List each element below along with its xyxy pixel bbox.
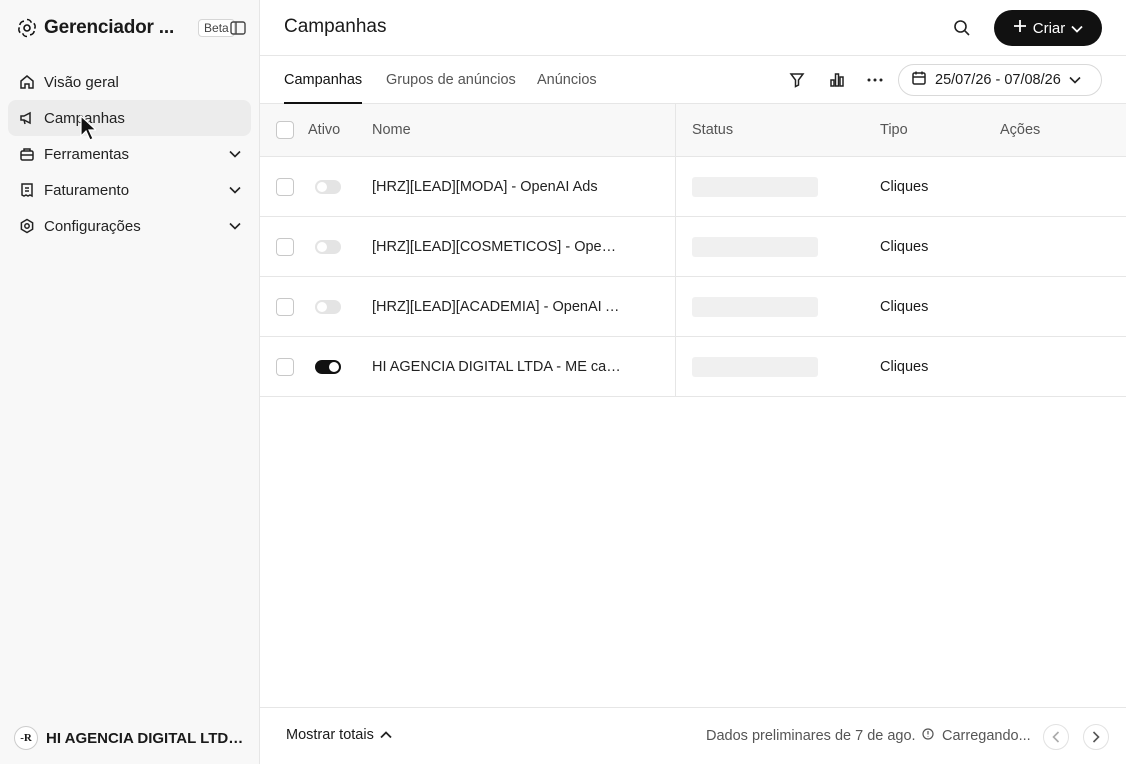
- tab-grupos-de-anuncios[interactable]: Grupos de anúncios: [386, 56, 516, 104]
- preliminary-data-label: Dados preliminares de 7 de ago.: [706, 728, 916, 744]
- campaign-type: Cliques: [880, 358, 929, 375]
- preliminary-data-note: Dados preliminares de 7 de ago.: [706, 728, 934, 744]
- openai-logo-icon: [16, 17, 38, 39]
- next-page-icon[interactable]: [1083, 724, 1109, 750]
- more-options-icon[interactable]: [863, 68, 887, 92]
- sidebar-item-ferramentas[interactable]: Ferramentas: [8, 136, 251, 172]
- sidebar-item-visao-geral[interactable]: Visão geral: [8, 64, 251, 100]
- show-totals-label: Mostrar totais: [286, 727, 374, 743]
- brand-title: Gerenciador ...: [44, 17, 175, 38]
- chevron-down-icon: [1069, 72, 1081, 88]
- row-checkbox[interactable]: [276, 297, 294, 316]
- campaign-type: Cliques: [880, 238, 929, 255]
- account-switcher[interactable]: -R HI AGENCIA DIGITAL LTDA - ...: [14, 726, 250, 750]
- table-row[interactable]: [HRZ][LEAD][MODA] - OpenAI Ads Cliques: [260, 157, 1126, 217]
- campaign-type: Cliques: [880, 298, 929, 315]
- row-checkbox[interactable]: [276, 177, 294, 196]
- status-loading-skeleton: [692, 356, 818, 377]
- sidebar-item-campanhas[interactable]: Campanhas: [8, 100, 251, 136]
- campaign-name[interactable]: [HRZ][LEAD][ACADEMIA] - OpenAI Ads: [372, 299, 624, 315]
- sidebar-item-label: Faturamento: [44, 181, 130, 199]
- column-header-tipo[interactable]: Tipo: [880, 104, 908, 156]
- loading-status: Carregando...: [942, 728, 1031, 744]
- sidebar-item-configuracoes[interactable]: Configurações: [8, 208, 251, 244]
- create-button-label: Criar: [1032, 19, 1066, 37]
- campaign-name[interactable]: [HRZ][LEAD][MODA] - OpenAI Ads: [372, 179, 598, 195]
- calendar-icon: [911, 70, 927, 90]
- sidebar-item-label: Ferramentas: [44, 145, 130, 163]
- previous-page-icon[interactable]: [1043, 724, 1069, 750]
- date-range-label: 25/07/26 - 07/08/26: [935, 72, 1061, 88]
- account-name: HI AGENCIA DIGITAL LTDA - ...: [46, 729, 246, 747]
- status-loading-skeleton: [692, 176, 818, 197]
- sidebar-toggle-icon[interactable]: [228, 18, 248, 38]
- campaigns-table: Ativo Nome Status Tipo Ações [HRZ][LEAD]…: [260, 104, 1126, 397]
- filter-icon[interactable]: [785, 68, 809, 92]
- sidebar-item-label: Campanhas: [44, 109, 125, 127]
- column-divider: [675, 157, 676, 216]
- campaign-name[interactable]: [HRZ][LEAD][COSMETICOS] - OpenA...: [372, 239, 624, 255]
- chevron-down-icon: [227, 146, 243, 162]
- show-totals-button[interactable]: Mostrar totais: [286, 727, 392, 743]
- home-icon: [18, 73, 36, 91]
- chevron-down-icon: [227, 182, 243, 198]
- campaign-type: Cliques: [880, 178, 929, 195]
- main-content: Campanhas Criar Campanhas Grupos de anún…: [260, 0, 1126, 764]
- bar-chart-icon[interactable]: [825, 68, 849, 92]
- table-row[interactable]: [HRZ][LEAD][ACADEMIA] - OpenAI Ads Cliqu…: [260, 277, 1126, 337]
- create-button[interactable]: Criar: [994, 10, 1102, 46]
- active-toggle[interactable]: [315, 359, 341, 374]
- table-row[interactable]: HI AGENCIA DIGITAL LTDA - ME cam... Cliq…: [260, 337, 1126, 397]
- date-range-picker[interactable]: 25/07/26 - 07/08/26: [898, 64, 1102, 96]
- header: Campanhas Criar: [260, 0, 1126, 56]
- active-toggle[interactable]: [315, 299, 341, 314]
- sidebar-item-label: Configurações: [44, 217, 141, 235]
- column-header-nome[interactable]: Nome: [372, 104, 411, 156]
- tabs-bar: Campanhas Grupos de anúncios Anúncios 25…: [260, 56, 1126, 104]
- sidebar-item-faturamento[interactable]: Faturamento: [8, 172, 251, 208]
- receipt-icon: [18, 181, 36, 199]
- page-title: Campanhas: [284, 16, 387, 37]
- chevron-up-icon: [380, 727, 392, 743]
- table-footer: Mostrar totais Dados preliminares de 7 d…: [260, 707, 1126, 764]
- row-checkbox[interactable]: [276, 237, 294, 256]
- chevron-down-icon: [227, 218, 243, 234]
- sidebar: Gerenciador ... Beta Visão geral Campanh…: [0, 0, 260, 764]
- table-row[interactable]: [HRZ][LEAD][COSMETICOS] - OpenA... Cliqu…: [260, 217, 1126, 277]
- column-divider: [675, 104, 676, 156]
- active-toggle[interactable]: [315, 179, 341, 194]
- megaphone-icon: [18, 109, 36, 127]
- row-checkbox[interactable]: [276, 357, 294, 376]
- chevron-down-icon: [1071, 20, 1083, 37]
- column-divider: [675, 217, 676, 276]
- column-divider: [675, 337, 676, 396]
- info-icon[interactable]: [921, 728, 934, 744]
- tab-anuncios[interactable]: Anúncios: [537, 56, 597, 104]
- tab-campanhas[interactable]: Campanhas: [284, 56, 363, 104]
- column-header-ativo[interactable]: Ativo: [308, 104, 340, 156]
- select-all-checkbox[interactable]: [276, 121, 294, 139]
- column-divider: [675, 277, 676, 336]
- search-icon[interactable]: [950, 16, 974, 40]
- sidebar-nav: Visão geral Campanhas Ferramentas Fatura…: [8, 64, 251, 244]
- column-header-acoes: Ações: [1000, 122, 1041, 138]
- toolbox-icon: [18, 145, 36, 163]
- column-header-status[interactable]: Status: [692, 104, 733, 156]
- brand: Gerenciador ... Beta: [16, 14, 248, 42]
- status-loading-skeleton: [692, 236, 818, 257]
- table-header: Ativo Nome Status Tipo Ações: [260, 104, 1126, 157]
- status-loading-skeleton: [692, 296, 818, 317]
- gear-icon: [18, 217, 36, 235]
- sidebar-item-label: Visão geral: [44, 73, 119, 91]
- campaign-name[interactable]: HI AGENCIA DIGITAL LTDA - ME cam...: [372, 359, 624, 375]
- active-toggle[interactable]: [315, 239, 341, 254]
- plus-icon: [1013, 19, 1027, 37]
- avatar: -R: [14, 726, 38, 750]
